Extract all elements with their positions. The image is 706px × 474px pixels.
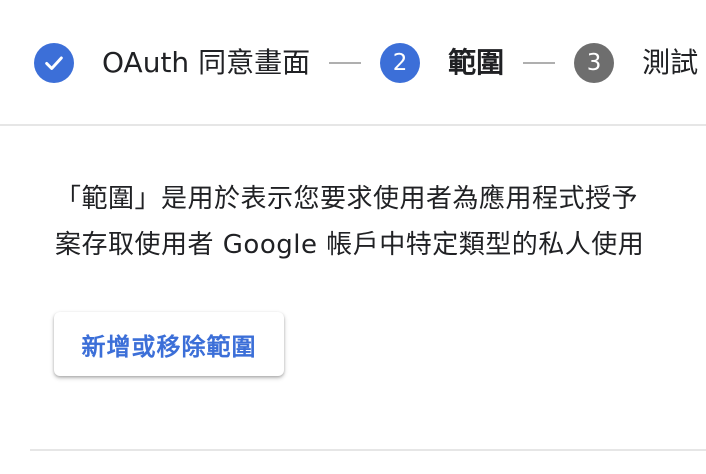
stepper: OAuth 同意畫面 2 範圍 3 測試 — [0, 0, 706, 126]
scopes-description-line1: 「範圍」是用於表示您要求使用者為應用程式授予 — [55, 184, 639, 214]
step-3-circle[interactable]: 3 — [574, 43, 615, 83]
step-scopes-label[interactable]: 範圍 — [448, 43, 504, 83]
section-divider — [30, 449, 706, 451]
step-test-label[interactable]: 測試 — [642, 43, 698, 83]
step-connector — [329, 62, 362, 64]
step-2-circle[interactable]: 2 — [380, 43, 421, 83]
step-1-circle[interactable] — [34, 43, 74, 83]
step-connector — [523, 62, 556, 64]
scopes-description-line2: 案存取使用者 Google 帳戶中特定類型的私人使用 — [55, 230, 645, 260]
add-remove-scopes-button[interactable]: 新增或移除範圍 — [54, 312, 284, 376]
check-icon — [45, 56, 63, 70]
step-oauth-consent-label[interactable]: OAuth 同意畫面 — [102, 43, 310, 83]
scopes-description: 「範圍」是用於表示您要求使用者為應用程式授予 案存取使用者 Google 帳戶中… — [55, 176, 706, 268]
step-row: OAuth 同意畫面 2 範圍 3 測試 — [34, 43, 698, 83]
